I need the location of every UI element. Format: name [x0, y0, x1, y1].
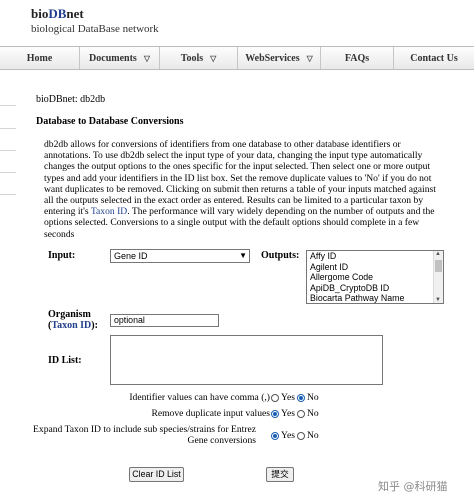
- organism-label: Organism: [48, 309, 91, 320]
- chevron-down-icon: ▽: [210, 53, 217, 63]
- id-list-textarea[interactable]: [110, 335, 383, 385]
- sidebar-divider: [0, 128, 16, 129]
- taxon-id-link[interactable]: Taxon ID: [91, 206, 127, 217]
- radio-yes[interactable]: [271, 409, 279, 418]
- nav-tools[interactable]: Tools ▽: [160, 47, 238, 69]
- outputs-listbox[interactable]: Affy ID Agilent ID Allergome Code ApiDB_…: [306, 250, 444, 304]
- list-item[interactable]: Agilent ID: [307, 262, 443, 273]
- radio-no[interactable]: [296, 431, 305, 440]
- outputs-label: Outputs:: [261, 250, 300, 261]
- chevron-down-icon: ▽: [143, 53, 150, 63]
- organism-taxon-id-link[interactable]: Taxon ID: [51, 320, 91, 331]
- scroll-down-icon[interactable]: ▼: [435, 297, 441, 303]
- radio-yes[interactable]: [271, 393, 279, 402]
- clear-id-list-button[interactable]: Clear ID List: [129, 467, 184, 482]
- radio-yes[interactable]: [271, 431, 279, 440]
- radio-no[interactable]: [296, 393, 305, 402]
- main-navigation: Home Documents ▽ Tools ▽ WebServices ▽ FAQs…: [0, 46, 474, 70]
- option-duplicates-radios: Yes No: [271, 408, 321, 419]
- list-item[interactable]: ApiDB_CryptoDB ID: [307, 283, 443, 294]
- list-item[interactable]: Allergome Code: [307, 272, 443, 283]
- list-item[interactable]: Biocarta Pathway Name: [307, 293, 443, 303]
- option-comma-label: Identifier values can have comma (,): [129, 392, 270, 403]
- sidebar-divider: [0, 172, 16, 173]
- organism-input[interactable]: optional: [110, 314, 219, 327]
- description: db2db allows for conversions of identifi…: [44, 139, 436, 240]
- logo-title: bioDBnet: [31, 6, 84, 21]
- sidebar-divider: [0, 150, 16, 151]
- input-type-select[interactable]: Gene ID ▼: [110, 249, 250, 263]
- chevron-down-icon: ▼: [239, 251, 247, 260]
- breadcrumb: bioDBnet: db2db: [36, 94, 106, 105]
- scrollbar[interactable]: ▲ ▼: [433, 251, 443, 303]
- scroll-up-icon[interactable]: ▲: [435, 251, 441, 257]
- sidebar-divider: [0, 194, 16, 195]
- submit-button[interactable]: 提交: [266, 467, 294, 482]
- watermark: 知乎 @科研猫: [378, 480, 448, 493]
- scrollbar-thumb[interactable]: [435, 260, 442, 272]
- radio-no[interactable]: [296, 409, 305, 418]
- page-title: Database to Database Conversions: [36, 116, 184, 127]
- nav-faqs[interactable]: FAQs: [321, 47, 394, 69]
- list-item[interactable]: Affy ID: [307, 251, 443, 262]
- nav-contact-us[interactable]: Contact Us: [394, 47, 474, 69]
- nav-home[interactable]: Home: [0, 47, 80, 69]
- option-duplicates-label: Remove duplicate input values: [151, 408, 270, 419]
- logo-subtitle: biological DataBase network: [31, 23, 159, 35]
- taxon-id-label: (Taxon ID):: [48, 320, 98, 331]
- id-list-label: ID List:: [48, 355, 82, 366]
- option-expand-taxon-label: Expand Taxon ID to include sub species/s…: [33, 424, 256, 446]
- chevron-down-icon: ▽: [306, 53, 313, 63]
- nav-documents[interactable]: Documents ▽: [80, 47, 160, 69]
- input-label: Input:: [48, 250, 76, 261]
- option-expand-taxon-radios: Yes No: [271, 430, 321, 441]
- nav-webservices[interactable]: WebServices ▽: [238, 47, 321, 69]
- option-comma-radios: Yes No: [271, 392, 321, 403]
- sidebar-divider: [0, 105, 16, 106]
